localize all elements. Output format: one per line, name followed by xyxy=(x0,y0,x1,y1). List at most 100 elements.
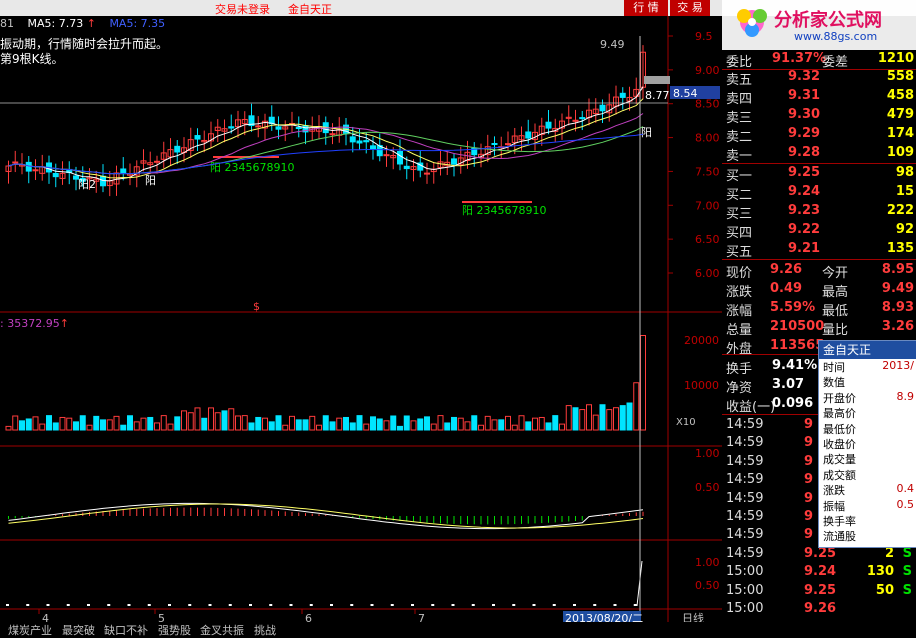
popup-row: 涨跌 0.4 xyxy=(819,482,916,497)
popup-row-label: 振幅 xyxy=(823,499,845,513)
bid-price: 9.21 xyxy=(788,241,821,256)
tick-side: S xyxy=(902,564,912,580)
candle-body xyxy=(619,92,626,98)
popup-row-label: 最高价 xyxy=(823,407,856,421)
indicator-dot xyxy=(269,604,273,606)
ma5-label: MA5: 7.73 xyxy=(27,17,84,30)
volume-bar xyxy=(606,409,613,431)
tick-price: 9 xyxy=(804,435,814,451)
volume-bar xyxy=(154,422,160,431)
volume-bar xyxy=(52,422,59,431)
ask-price: 9.32 xyxy=(788,69,821,84)
volume-bar xyxy=(214,412,221,431)
ask-price: 9.28 xyxy=(788,145,821,160)
tab-trade[interactable]: 交 易 xyxy=(670,0,710,16)
indicator-dot xyxy=(107,604,111,606)
volume-bar xyxy=(113,415,120,431)
volume-tick-label: 10000 xyxy=(684,379,719,392)
volume-bar xyxy=(12,415,19,431)
ask-row: 卖一 9.28 109 xyxy=(722,144,916,164)
candle-body xyxy=(545,121,552,129)
tick-volume: 50 xyxy=(875,582,894,598)
data-window-popup[interactable]: 金自天正 时间 2013/数值 开盘价 8.9 最高价 最低价 收盘价 成交量 成交额 涨跌 0.4… xyxy=(818,340,916,548)
high-price-label: 9.49 xyxy=(600,38,625,51)
indicator-dot xyxy=(46,604,50,606)
indicator-dot xyxy=(451,604,455,606)
bid-volume: 92 xyxy=(895,222,914,237)
candle-body xyxy=(424,172,430,175)
tick-price: 9 xyxy=(804,490,814,506)
price-tick-label: 9.00 xyxy=(695,64,720,77)
formula-tab[interactable]: 强势股 xyxy=(158,622,191,637)
ask-volume: 458 xyxy=(886,88,914,103)
quote-value: 5.59% xyxy=(770,300,816,315)
formula-tab[interactable]: 煤炭产业 xyxy=(8,622,52,637)
ask-row: 卖五 9.32 558 xyxy=(722,68,916,88)
volume-bar xyxy=(201,417,208,431)
volume-bar xyxy=(633,382,640,431)
formula-tab[interactable]: 缺口不补 xyxy=(104,622,148,637)
volume-bar xyxy=(613,407,619,431)
candle-body xyxy=(599,104,606,112)
bid-row: 买五 9.21 135 xyxy=(722,240,916,260)
tick-volume: 2 xyxy=(884,545,894,561)
volume-bar xyxy=(19,420,25,431)
volume-bar xyxy=(478,424,484,431)
tick-time: 14:59 xyxy=(726,417,764,432)
indicator-header: 81 MA5: 7.73 ↑ MA5: 7.35 xyxy=(0,17,166,30)
extra-label: 收益(一) xyxy=(726,400,776,415)
volume-bar xyxy=(505,415,511,431)
tick-price: 9 xyxy=(804,453,814,469)
ma5b-label: MA5: 7.35 xyxy=(109,17,166,30)
popup-row-label: 涨跌 xyxy=(823,484,845,498)
quote-value-2: 3.26 xyxy=(881,319,914,334)
formula-tab[interactable]: 金叉共振 xyxy=(200,622,244,637)
indicator-dot xyxy=(573,604,576,606)
candle-body xyxy=(275,126,282,130)
tab-market[interactable]: 行 情 xyxy=(624,0,668,16)
volume-bar xyxy=(25,418,32,431)
sell-ratio-value: 91.37% xyxy=(772,51,827,66)
sell-diff-value: 1210 xyxy=(877,51,914,66)
quote-label-2: 最低 xyxy=(822,304,849,319)
bid-row: 买四 9.22 92 xyxy=(722,221,916,241)
kline-chart[interactable]: 阳 2345678910阳 2345678910阳2 阳阳 9.59.008.50… xyxy=(0,16,722,635)
volume-bar xyxy=(160,415,167,431)
volume-bar xyxy=(336,417,343,431)
indicator-dot xyxy=(208,604,212,606)
quote-row: 涨跌 0.49 最高 9.49 xyxy=(722,280,916,300)
price-tick-label: 6.00 xyxy=(695,267,720,280)
formula-tab[interactable]: 最突破 xyxy=(62,622,95,637)
indicator-tick-label: 0.50 xyxy=(695,579,720,592)
candle-body xyxy=(32,169,39,172)
volume-bar xyxy=(46,415,52,431)
volume-bar xyxy=(106,419,113,431)
tick-price: 9.25 xyxy=(804,545,837,561)
volume-bar xyxy=(302,419,309,431)
volume-bar xyxy=(93,415,100,431)
volume-bar xyxy=(167,423,174,431)
trade-login-status[interactable]: 交易未登录 xyxy=(215,1,270,17)
extra-value: 9.41% xyxy=(772,358,818,373)
formula-tab-strip: 煤炭产业 最突破 缺口不补 强势股 金叉共振 挑战 xyxy=(0,622,722,637)
ask-volume: 109 xyxy=(886,145,914,160)
tick-time: 14:59 xyxy=(726,453,764,469)
candle-body xyxy=(228,126,235,129)
popup-row-value: 8.9 xyxy=(896,389,915,403)
volume-bar xyxy=(579,409,586,431)
volume-bar xyxy=(363,423,370,431)
indicator-tick-label: 1.00 xyxy=(695,556,720,569)
formula-tab[interactable]: 挑战 xyxy=(254,622,276,637)
ask-volume: 558 xyxy=(886,69,914,84)
volume-bar xyxy=(552,415,559,431)
tick-time: 14:59 xyxy=(726,435,764,451)
popup-row-label: 成交量 xyxy=(823,453,856,467)
stock-name-link[interactable]: 金自天正 xyxy=(288,1,332,17)
popup-row: 最高价 xyxy=(819,405,916,420)
bid-price: 9.25 xyxy=(788,165,821,180)
quote-label: 涨幅 xyxy=(726,304,753,319)
popup-row-value: 0.5 xyxy=(896,497,915,511)
tick-time: 15:00 xyxy=(726,601,764,616)
candle-body xyxy=(194,135,201,140)
volume-bar xyxy=(390,415,397,431)
